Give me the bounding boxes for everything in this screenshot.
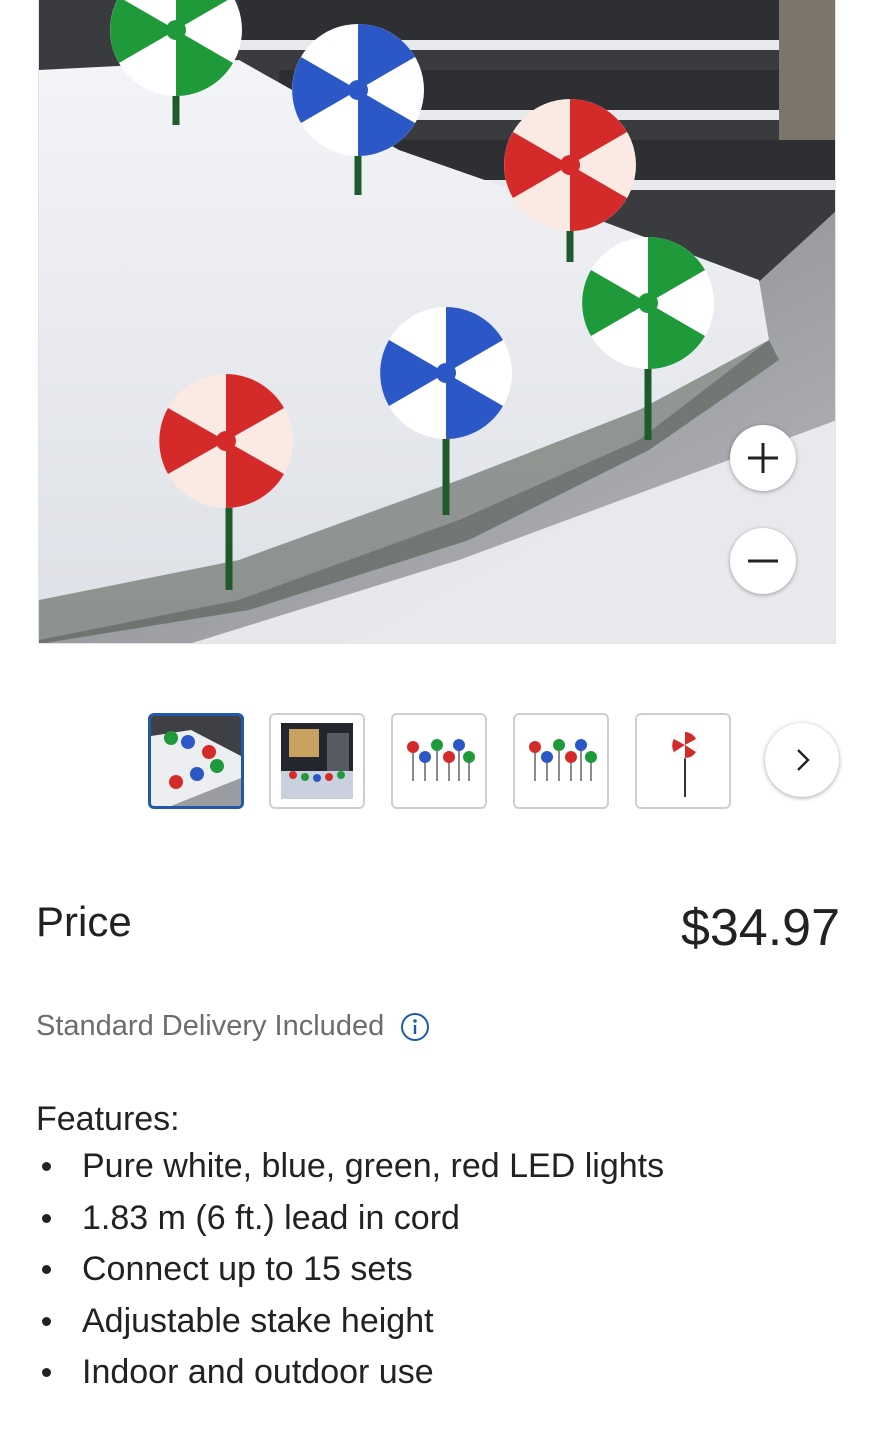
- main-product-image[interactable]: [38, 0, 836, 644]
- zoom-in-button[interactable]: [730, 425, 796, 491]
- delivery-info: Standard Delivery Included: [36, 1010, 430, 1043]
- feature-item: Pure white, blue, green, red LED lights: [41, 1145, 664, 1197]
- price-label: Price: [36, 898, 132, 945]
- thumbnail-2[interactable]: [269, 713, 365, 809]
- thumbnail-1[interactable]: [148, 713, 244, 809]
- feature-item: Adjustable stake height: [41, 1300, 664, 1352]
- plus-icon: [748, 443, 778, 473]
- next-thumbnail-button[interactable]: [765, 723, 839, 797]
- zoom-out-button[interactable]: [730, 528, 796, 594]
- feature-item: 1.83 m (6 ft.) lead in cord: [41, 1197, 664, 1249]
- chevron-right-icon: [797, 749, 810, 771]
- feature-item: Connect up to 15 sets: [41, 1248, 664, 1300]
- thumbnail-3[interactable]: [391, 713, 487, 809]
- price-value: $34.97: [680, 899, 840, 957]
- features-list: Pure white, blue, green, red LED lights …: [36, 1145, 664, 1403]
- thumbnail-5[interactable]: [635, 713, 731, 809]
- info-icon[interactable]: [400, 1012, 430, 1042]
- features-title: Features:: [36, 1100, 180, 1138]
- thumbnail-4[interactable]: [513, 713, 609, 809]
- minus-icon: [748, 559, 778, 563]
- features-section: Features: Pure white, blue, green, red L…: [36, 1100, 664, 1403]
- delivery-text: Standard Delivery Included: [36, 1010, 385, 1042]
- feature-item: Indoor and outdoor use: [41, 1351, 664, 1403]
